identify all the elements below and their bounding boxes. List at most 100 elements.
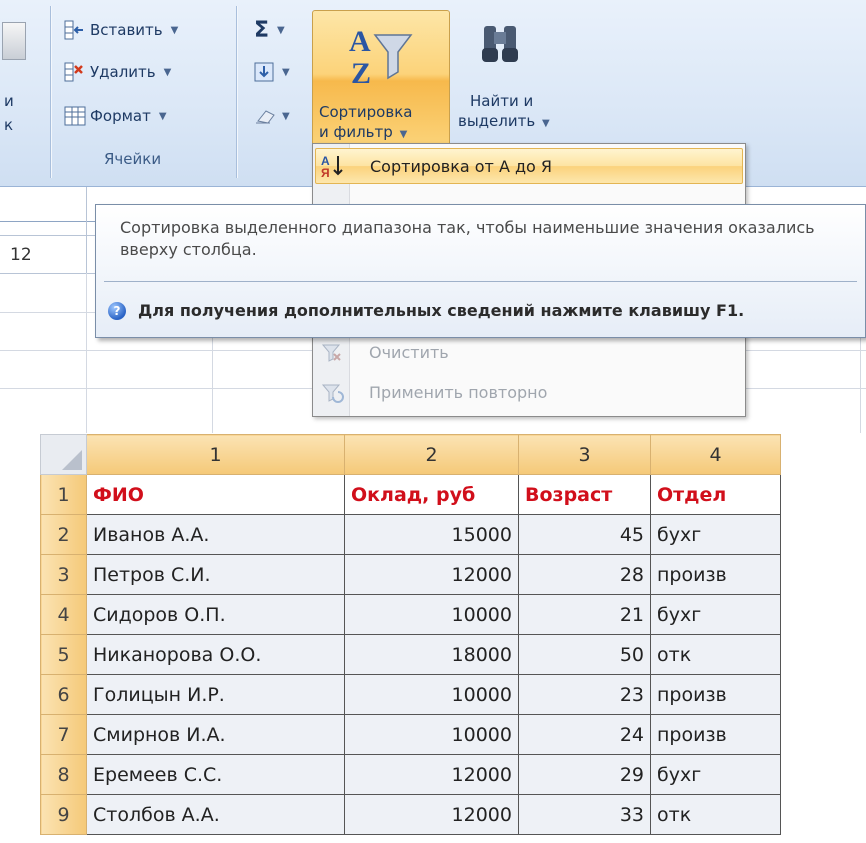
table-cell[interactable]: 23 [518, 674, 651, 715]
find-select-label-2: выделить [458, 112, 536, 130]
table-row: 9 Столбов А.А. 12000 33 отк [40, 794, 781, 835]
select-all-corner[interactable] [40, 434, 87, 475]
table-cell[interactable]: 29 [518, 754, 651, 795]
chevron-down-icon: ▼ [277, 25, 285, 36]
menu-item-label: Очистить [369, 342, 449, 362]
sort-filter-label-2-wrap: и фильтр ▼ [319, 123, 407, 141]
table-cell[interactable]: 18000 [344, 634, 519, 675]
sort-filter-icon: A Z [345, 21, 415, 95]
table-row: 4 Сидоров О.П. 10000 21 бухг [40, 594, 781, 635]
table-cell[interactable]: произв [650, 714, 781, 755]
table-cell[interactable]: Голицын И.Р. [86, 674, 345, 715]
data-table-wrapper: 1 2 3 4 1 ФИО Оклад, руб Возраст Отдел 2… [40, 434, 781, 835]
column-header[interactable]: 1 [86, 434, 345, 475]
table-cell[interactable]: 21 [518, 594, 651, 635]
row-header[interactable]: 5 [40, 634, 87, 675]
table-cell[interactable]: 24 [518, 714, 651, 755]
table-cell[interactable]: отк [650, 794, 781, 835]
row-header[interactable]: 3 [40, 554, 87, 595]
table-cell[interactable]: бухг [650, 754, 781, 795]
gridline [86, 273, 87, 433]
chevron-down-icon: ▼ [282, 66, 290, 78]
column-header[interactable]: 4 [650, 434, 781, 475]
table-cell[interactable]: Столбов А.А. [86, 794, 345, 835]
table-cell[interactable]: 15000 [344, 514, 519, 555]
cells-group-label: Ячейки [104, 150, 162, 168]
table-cell[interactable]: Смирнов И.А. [86, 714, 345, 755]
table-cell[interactable]: Оклад, руб [344, 474, 519, 515]
menu-item-label: Сортировка от А до Я [370, 156, 553, 176]
table-cell[interactable]: 10000 [344, 674, 519, 715]
row-header[interactable]: 4 [40, 594, 87, 635]
reapply-filter-icon [315, 381, 349, 403]
table-cell[interactable]: Возраст [518, 474, 651, 515]
autosum-button[interactable]: Σ ▼ [254, 18, 285, 43]
menu-item-reapply[interactable]: Применить повторно [315, 374, 743, 410]
table-row: 6 Голицын И.Р. 10000 23 произв [40, 674, 781, 715]
eraser-icon [254, 106, 275, 126]
edge-label-2: к [4, 116, 14, 134]
delete-label: Удалить [90, 63, 156, 81]
sort-a-z-icon: АЯ [316, 153, 350, 179]
insert-button[interactable]: Вставить ▼ [64, 20, 178, 40]
row-number-fragment: 12 [10, 245, 32, 265]
svg-text:Я: Я [321, 166, 330, 179]
fill-down-icon [254, 62, 274, 82]
fill-button[interactable]: ▼ [254, 62, 290, 82]
table-cell[interactable]: Сидоров О.П. [86, 594, 345, 635]
table-row: 3 Петров С.И. 12000 28 произв [40, 554, 781, 595]
chevron-down-icon: ▼ [158, 110, 167, 122]
sort-filter-button[interactable]: A Z Сортировка и фильтр ▼ [312, 10, 450, 152]
tooltip-help-text: Для получения дополнительных сведений на… [138, 301, 745, 320]
menu-item-clear[interactable]: Очистить [315, 334, 743, 370]
row-header[interactable]: 9 [40, 794, 87, 835]
delete-button[interactable]: Удалить ▼ [64, 62, 171, 82]
binoculars-icon [478, 18, 522, 70]
sort-filter-label-1: Сортировка [319, 103, 413, 121]
table-cell[interactable]: произв [650, 674, 781, 715]
table-cell[interactable]: бухг [650, 594, 781, 635]
column-header[interactable]: 2 [344, 434, 519, 475]
insert-label: Вставить [90, 21, 163, 39]
insert-cells-icon [64, 20, 84, 40]
format-button[interactable]: Формат ▼ [64, 106, 167, 126]
table-cell[interactable]: Иванов А.А. [86, 514, 345, 555]
row-header[interactable]: 6 [40, 674, 87, 715]
tooltip-description: Сортировка выделенного диапазона так, чт… [120, 218, 815, 259]
table-cell[interactable]: 12000 [344, 554, 519, 595]
table-cell[interactable]: 12000 [344, 794, 519, 835]
table-row: 1 ФИО Оклад, руб Возраст Отдел [40, 474, 781, 515]
table-cell[interactable]: 10000 [344, 594, 519, 635]
clear-button[interactable]: ▼ [254, 106, 290, 126]
table-cell[interactable]: 12000 [344, 754, 519, 795]
sort-filter-label-2: и фильтр [319, 123, 393, 141]
table-cell[interactable]: 10000 [344, 714, 519, 755]
menu-item-sort-a-z[interactable]: АЯ Сортировка от А до Я [315, 148, 743, 184]
table-cell[interactable]: произв [650, 554, 781, 595]
table-cell[interactable]: Отдел [650, 474, 781, 515]
group-separator [50, 6, 51, 178]
row-header[interactable]: 2 [40, 514, 87, 555]
chevron-down-icon: ▼ [282, 110, 290, 122]
table-cell[interactable]: 45 [518, 514, 651, 555]
table-cell[interactable]: Еремеев С.С. [86, 754, 345, 795]
table-cell[interactable]: Петров С.И. [86, 554, 345, 595]
help-icon: ? [108, 301, 126, 320]
table-cell[interactable]: ФИО [86, 474, 345, 515]
screen-tip: Сортировка выделенного диапазона так, чт… [95, 204, 866, 338]
table-cell[interactable]: бухг [650, 514, 781, 555]
table-cell[interactable]: 33 [518, 794, 651, 835]
table-cell[interactable]: 50 [518, 634, 651, 675]
column-header-row: 1 2 3 4 [40, 434, 781, 475]
table-cell[interactable]: отк [650, 634, 781, 675]
row-header[interactable]: 8 [40, 754, 87, 795]
table-cell[interactable]: 28 [518, 554, 651, 595]
group-separator [236, 6, 237, 178]
column-header[interactable]: 3 [518, 434, 651, 475]
tooltip-help: ? Для получения дополнительных сведений … [108, 301, 744, 320]
row-header[interactable]: 1 [40, 474, 87, 515]
table-cell[interactable]: Никанорова О.О. [86, 634, 345, 675]
table-row: 5 Никанорова О.О. 18000 50 отк [40, 634, 781, 675]
row-header[interactable]: 7 [40, 714, 87, 755]
sigma-icon: Σ [254, 18, 270, 43]
